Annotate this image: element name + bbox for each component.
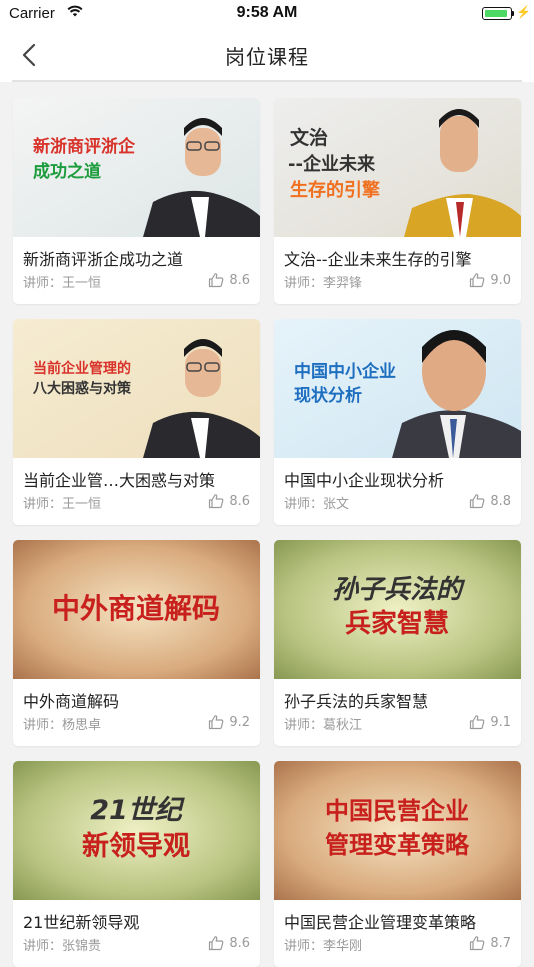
course-card[interactable]: 文治 --企业未来 生存的引擎 文治--企业未来生存的引擎 讲师：李羿锋 9.0 bbox=[274, 98, 521, 304]
course-thumbnail: 21世纪 新领导观 bbox=[13, 761, 260, 900]
course-title: 当前企业管…大困惑与对策 bbox=[23, 471, 216, 490]
rating-value: 9.0 bbox=[490, 272, 511, 288]
course-thumbnail: 中国民营企业 管理变革策略 bbox=[274, 761, 521, 900]
rating: 9.2 bbox=[208, 714, 250, 730]
thumbs-up-icon bbox=[470, 936, 485, 951]
course-card[interactable]: 当前企业管理的 八大困惑与对策 当前企业管…大困惑与对策 讲师：王一恒 8.6 bbox=[13, 319, 260, 525]
course-meta: 讲师：李羿锋 9.0 bbox=[284, 272, 511, 292]
lecturer-label: 讲师：葛秋江 bbox=[284, 718, 363, 733]
thumbs-up-icon bbox=[470, 273, 485, 288]
thumbs-up-icon bbox=[209, 494, 224, 509]
thumb-title-line1: 文治 bbox=[290, 126, 328, 149]
lecturer-label: 讲师：王一恒 bbox=[23, 497, 102, 512]
course-card[interactable]: 21世纪 新领导观 21世纪新领导观 讲师：张锦贵 8.6 bbox=[13, 761, 260, 967]
thumb-title-line1: 中外商道解码 bbox=[52, 592, 220, 625]
course-meta: 讲师：张锦贵 8.6 bbox=[23, 935, 250, 955]
rating: 9.1 bbox=[469, 714, 511, 730]
thumb-title-line2: 八大困惑与对策 bbox=[32, 380, 132, 397]
course-card[interactable]: 新浙商评浙企 成功之道 新浙商评浙企成功之道 讲师：王一恒 8.6 bbox=[13, 98, 260, 304]
rating: 9.0 bbox=[469, 272, 511, 288]
thumb-title-line1: 新浙商评浙企 bbox=[33, 136, 136, 157]
course-thumbnail: 当前企业管理的 八大困惑与对策 bbox=[13, 319, 260, 458]
rating-value: 8.6 bbox=[229, 493, 250, 509]
thumb-title-line1: 21世纪 bbox=[90, 795, 186, 826]
course-title: 新浙商评浙企成功之道 bbox=[23, 250, 184, 269]
rating: 8.6 bbox=[208, 272, 250, 288]
thumb-title-line1: 孙子兵法的 bbox=[332, 575, 466, 605]
course-card[interactable]: 中国中小企业 现状分析 中国中小企业现状分析 讲师：张文 8.8 bbox=[274, 319, 521, 525]
course-card[interactable]: 中国民营企业 管理变革策略 中国民营企业管理变革策略 讲师：李华刚 8.7 bbox=[274, 761, 521, 967]
thumb-title-line1: 中国中小企业 bbox=[294, 361, 396, 382]
status-bar: Carrier 9:58 AM ⚡ bbox=[0, 0, 534, 28]
course-meta: 讲师：张文 8.8 bbox=[284, 493, 511, 513]
course-meta: 讲师：杨思卓 9.2 bbox=[23, 714, 250, 734]
course-meta: 讲师：王一恒 8.6 bbox=[23, 493, 250, 513]
thumbs-up-icon bbox=[470, 494, 485, 509]
thumbs-up-icon bbox=[470, 715, 485, 730]
course-thumbnail: 孙子兵法的 兵家智慧 bbox=[274, 540, 521, 679]
course-thumbnail: 中外商道解码 bbox=[13, 540, 260, 679]
course-meta: 讲师：王一恒 8.6 bbox=[23, 272, 250, 292]
course-title: 中国中小企业现状分析 bbox=[284, 471, 445, 490]
thumb-title-line2: 现状分析 bbox=[294, 385, 362, 406]
thumbs-up-icon bbox=[209, 273, 224, 288]
course-title: 中外商道解码 bbox=[23, 692, 120, 711]
lecturer-label: 讲师：王一恒 bbox=[23, 276, 102, 291]
thumb-title-line1: 当前企业管理的 bbox=[33, 360, 131, 377]
rating: 8.6 bbox=[208, 493, 250, 509]
rating-value: 8.8 bbox=[490, 493, 511, 509]
thumb-title-line2: 新领导观 bbox=[82, 830, 190, 862]
clock: 9:58 AM bbox=[236, 4, 298, 21]
course-card[interactable]: 孙子兵法的 兵家智慧 孙子兵法的兵家智慧 讲师：葛秋江 9.1 bbox=[274, 540, 521, 746]
rating: 8.8 bbox=[469, 493, 511, 509]
course-title: 中国民营企业管理变革策略 bbox=[284, 913, 477, 932]
course-meta: 讲师：葛秋江 9.1 bbox=[284, 714, 511, 734]
course-title: 21世纪新领导观 bbox=[23, 913, 140, 932]
nav-divider bbox=[12, 80, 522, 82]
course-meta: 讲师：李华刚 8.7 bbox=[284, 935, 511, 955]
lecturer-label: 讲师：李华刚 bbox=[284, 939, 363, 954]
thumb-title-line2: --企业未来 bbox=[288, 153, 376, 175]
rating-value: 8.6 bbox=[229, 935, 250, 951]
lecturer-label: 讲师：张锦贵 bbox=[23, 939, 102, 954]
thumb-title-line2: 兵家智慧 bbox=[345, 608, 449, 639]
navigation-bar: 岗位课程 bbox=[0, 28, 534, 82]
thumb-title-line3: 生存的引擎 bbox=[290, 179, 380, 201]
thumb-title-line2: 成功之道 bbox=[33, 161, 101, 182]
battery-icon: ⚡ bbox=[482, 5, 531, 22]
thumb-title-line1: 中国民营企业 bbox=[325, 797, 469, 825]
thumbs-up-icon bbox=[209, 715, 224, 730]
course-thumbnail: 中国中小企业 现状分析 bbox=[274, 319, 521, 458]
rating: 8.7 bbox=[469, 935, 511, 951]
course-title: 文治--企业未来生存的引擎 bbox=[284, 250, 472, 269]
course-thumbnail: 文治 --企业未来 生存的引擎 bbox=[274, 98, 521, 237]
lecturer-label: 讲师：张文 bbox=[284, 497, 350, 512]
page-title: 岗位课程 bbox=[225, 45, 309, 69]
course-title: 孙子兵法的兵家智慧 bbox=[284, 692, 429, 711]
thumbs-up-icon bbox=[209, 936, 224, 951]
rating-value: 9.2 bbox=[229, 714, 250, 730]
course-card[interactable]: 中外商道解码 中外商道解码 讲师：杨思卓 9.2 bbox=[13, 540, 260, 746]
rating-value: 8.7 bbox=[490, 935, 511, 951]
thumb-title-line2: 管理变革策略 bbox=[325, 831, 470, 859]
rating: 8.6 bbox=[208, 935, 250, 951]
lecturer-label: 讲师：杨思卓 bbox=[23, 718, 102, 733]
rating-value: 8.6 bbox=[229, 272, 250, 288]
lecturer-label: 讲师：李羿锋 bbox=[284, 276, 363, 291]
course-thumbnail: 新浙商评浙企 成功之道 bbox=[13, 98, 260, 237]
rating-value: 9.1 bbox=[490, 714, 511, 730]
